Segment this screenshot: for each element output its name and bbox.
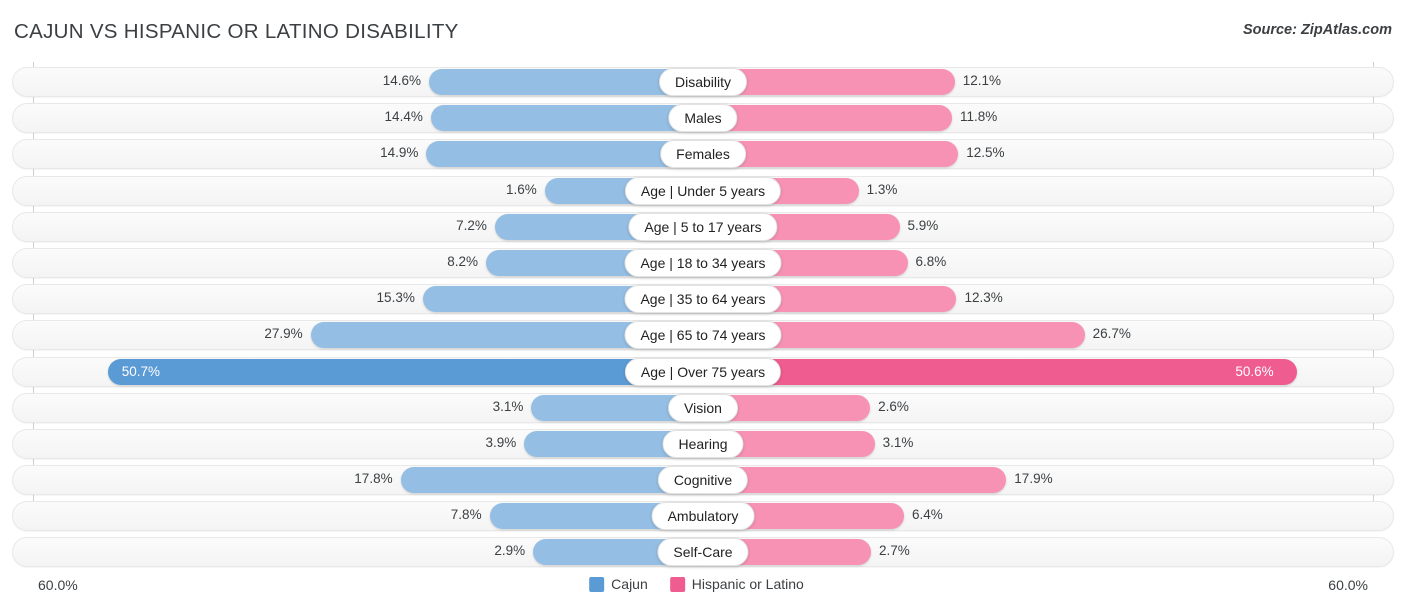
chart-row: 7.8% 6.4% Ambulatory — [0, 498, 1406, 534]
value-label-hispanic-or-latino: 2.7% — [879, 543, 910, 559]
chart-row: 14.9% 12.5% Females — [0, 136, 1406, 172]
bar-hispanic-or-latino — [703, 358, 1298, 385]
page-title: CAJUN VS HISPANIC OR LATINO DISABILITY — [14, 20, 459, 43]
axis-label-right: 60.0% — [1328, 577, 1368, 593]
chart-row: 14.4% 11.8% Males — [0, 100, 1406, 136]
value-label-hispanic-or-latino: 17.9% — [1014, 471, 1053, 487]
value-label-hispanic-or-latino: 50.6% — [1235, 363, 1274, 379]
value-label-hispanic-or-latino: 6.4% — [911, 507, 943, 523]
value-label-hispanic-or-latino: 2.6% — [878, 398, 909, 414]
category-label: Males — [668, 104, 738, 133]
category-label: Females — [660, 140, 746, 169]
value-label-cajun: 14.6% — [382, 73, 422, 88]
value-label-hispanic-or-latino: 26.7% — [1092, 326, 1131, 342]
value-label-cajun: 50.7% — [121, 363, 161, 379]
legend-swatch-icon — [669, 576, 685, 592]
value-label-hispanic-or-latino: 3.1% — [882, 434, 914, 450]
chart-row: 50.7% 50.6% Age | Over 75 years — [0, 354, 1406, 390]
value-label-hispanic-or-latino: 12.3% — [964, 290, 1003, 306]
category-label: Self-Care — [657, 538, 749, 567]
bar-cajun — [107, 358, 703, 385]
value-label-hispanic-or-latino: 12.5% — [966, 145, 1005, 161]
bar-hispanic-or-latino — [703, 467, 1007, 494]
value-label-cajun: 3.9% — [485, 434, 517, 450]
category-label: Hearing — [662, 429, 744, 458]
legend-label: Cajun — [611, 576, 648, 592]
chart-page: CAJUN VS HISPANIC OR LATINO DISABILITY S… — [0, 0, 1406, 612]
category-label: Age | Under 5 years — [624, 176, 782, 205]
legend-label: Hispanic or Latino — [691, 576, 804, 592]
value-label-cajun: 14.9% — [380, 145, 419, 161]
value-label-cajun: 2.9% — [494, 543, 526, 559]
chart-rows: 14.6% 12.1% Disability 14.4% 11.8% Males 14.9%… — [0, 64, 1406, 571]
value-label-cajun: 17.8% — [354, 471, 393, 487]
value-label-cajun: 27.9% — [264, 326, 303, 342]
value-label-cajun: 7.2% — [456, 217, 487, 233]
category-label: Vision — [668, 393, 738, 422]
bar-hispanic-or-latino — [703, 105, 953, 132]
legend-item: Hispanic or Latino — [669, 576, 804, 592]
value-label-cajun: 15.3% — [376, 290, 415, 306]
source-attribution: Source: ZipAtlas.com — [1242, 22, 1392, 38]
chart-row: 3.9% 3.1% Hearing — [0, 426, 1406, 462]
chart-row: 3.1% 2.6% Vision — [0, 390, 1406, 426]
legend-item: Cajun — [589, 576, 648, 592]
chart-row: 14.6% 12.1% Disability — [0, 64, 1406, 100]
chart-row: 7.2% 5.9% Age | 5 to 17 years — [0, 209, 1406, 245]
category-label: Age | 18 to 34 years — [624, 248, 782, 277]
value-label-hispanic-or-latino: 12.1% — [962, 73, 1001, 88]
value-label-cajun: 14.4% — [384, 109, 423, 125]
chart-row: 17.8% 17.9% Cognitive — [0, 462, 1406, 498]
diverging-bar-chart: 14.6% 12.1% Disability 14.4% 11.8% Males 14.9%… — [0, 62, 1406, 568]
chart-footer: 60.0% 60.0% Cajun Hispanic or Latino — [0, 567, 1406, 612]
legend-swatch-icon — [589, 576, 605, 592]
value-label-cajun: 7.8% — [450, 507, 482, 523]
value-label-hispanic-or-latino: 6.8% — [915, 253, 947, 269]
chart-legend: Cajun Hispanic or Latino — [589, 576, 817, 592]
category-label: Age | 65 to 74 years — [624, 321, 782, 350]
chart-row: 15.3% 12.3% Age | 35 to 64 years — [0, 281, 1406, 317]
chart-row: 1.6% 1.3% Age | Under 5 years — [0, 173, 1406, 209]
category-label: Age | Over 75 years — [624, 357, 782, 386]
value-label-cajun: 1.6% — [505, 181, 537, 197]
axis-label-left: 60.0% — [38, 577, 78, 593]
category-label: Ambulatory — [651, 502, 755, 531]
bar-cajun — [430, 105, 703, 132]
value-label-cajun: 3.1% — [492, 398, 524, 414]
chart-row: 8.2% 6.8% Age | 18 to 34 years — [0, 245, 1406, 281]
value-label-cajun: 8.2% — [447, 253, 479, 269]
value-label-hispanic-or-latino: 5.9% — [907, 217, 939, 233]
category-label: Age | 5 to 17 years — [628, 212, 778, 241]
chart-row: 27.9% 26.7% Age | 65 to 74 years — [0, 317, 1406, 353]
value-label-hispanic-or-latino: 11.8% — [960, 109, 998, 125]
chart-header: CAJUN VS HISPANIC OR LATINO DISABILITY S… — [0, 0, 1406, 62]
value-label-hispanic-or-latino: 1.3% — [866, 181, 898, 197]
chart-row: 2.9% 2.7% Self-Care — [0, 534, 1406, 570]
category-label: Age | 35 to 64 years — [624, 285, 782, 314]
category-label: Cognitive — [657, 466, 749, 495]
category-label: Disability — [658, 68, 748, 96]
